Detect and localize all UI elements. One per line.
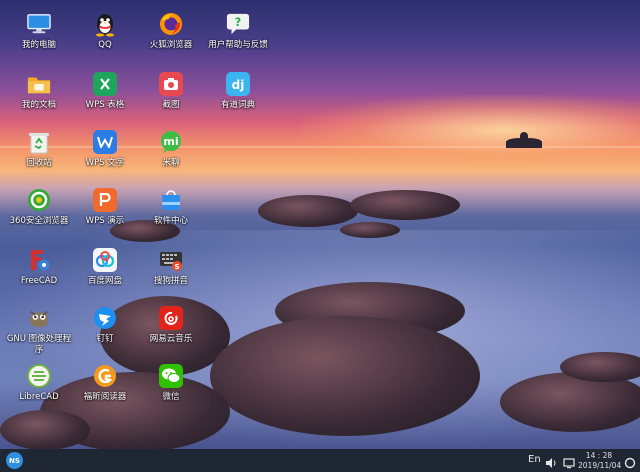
volume-icon[interactable]: [545, 454, 557, 468]
desktop-icon-wps-spreadsheet[interactable]: WPS 表格: [72, 72, 138, 111]
wps-presentation-icon: [93, 188, 117, 212]
rock: [210, 316, 480, 436]
svg-text:S: S: [174, 263, 179, 271]
svg-text:?: ?: [235, 16, 241, 29]
firefox-icon: [159, 12, 183, 36]
desktop-icon-netease-music[interactable]: 网易云音乐: [138, 306, 204, 345]
icon-label: 钉钉: [96, 334, 114, 344]
icon-label: 有道词典: [220, 100, 255, 110]
icon-label: 我的电脑: [21, 40, 56, 50]
rock: [0, 410, 90, 449]
notification-center-icon[interactable]: [624, 454, 636, 469]
icon-label: 火狐浏览器: [149, 40, 193, 50]
rock: [340, 222, 400, 238]
desktop-icon-360-browser[interactable]: 360安全浏览器: [6, 188, 72, 227]
wps-spreadsheet-icon: [93, 72, 117, 96]
sunset-glow: [300, 95, 640, 165]
qq-penguin-icon: [93, 12, 117, 37]
miliao-icon: mi: [159, 130, 183, 154]
wps-writer-icon: [93, 130, 117, 154]
desktop-icon-recycle-bin[interactable]: 回收站: [6, 130, 72, 169]
icon-label: 百度网盘: [87, 276, 122, 286]
rock: [560, 352, 640, 382]
clock-date: 2019/11/04: [578, 460, 622, 470]
computer-icon: [27, 12, 51, 36]
icon-label: WPS 表格: [85, 100, 125, 110]
dingtalk-icon: [93, 306, 117, 330]
icon-label: QQ: [98, 40, 112, 50]
icon-label: 360安全浏览器: [9, 216, 69, 226]
gimp-icon: [27, 306, 51, 330]
start-menu-button[interactable]: NS: [6, 452, 23, 469]
librecad-icon: [27, 364, 51, 388]
input-language-indicator[interactable]: En: [528, 454, 541, 465]
desktop-icon-foxit-reader[interactable]: 福昕阅读器: [72, 364, 138, 403]
software-center-icon: [159, 188, 183, 212]
icon-label: 福昕阅读器: [83, 392, 127, 402]
svg-text:mi: mi: [163, 135, 178, 148]
desktop-icon-wps-presentation[interactable]: WPS 演示: [72, 188, 138, 227]
icon-label: 我的文档: [21, 100, 56, 110]
svg-text:dj: dj: [232, 78, 245, 92]
netease-music-icon: [159, 306, 183, 330]
folder-icon: [27, 72, 51, 96]
icon-label: 米聊: [162, 158, 180, 168]
show-desktop-icon[interactable]: [563, 454, 575, 469]
desktop-icon-wps-writer[interactable]: WPS 文字: [72, 130, 138, 169]
clock-time: 14 : 28: [585, 451, 613, 460]
icon-label: FreeCAD: [20, 276, 58, 286]
freecad-icon: [27, 248, 51, 272]
icon-label: 用户帮助与反馈: [208, 40, 268, 50]
icon-label: 网易云音乐: [149, 334, 193, 344]
wechat-icon: [159, 364, 183, 388]
desktop-icon-my-computer[interactable]: 我的电脑: [6, 12, 72, 51]
rock: [350, 190, 460, 220]
desktop-icon-youdao-dict[interactable]: dj 有道词典: [205, 72, 271, 111]
taskbar: NS En 14 : 28 2019/11/04: [0, 449, 640, 472]
baidu-netdisk-icon: [93, 248, 117, 272]
icon-label: 软件中心: [153, 216, 188, 226]
desktop-icon-qq[interactable]: QQ: [72, 12, 138, 51]
icon-label: 微信: [162, 392, 180, 402]
desktop-icon-freecad[interactable]: FreeCAD: [6, 248, 72, 287]
desktop-icon-baidu-netdisk[interactable]: 百度网盘: [72, 248, 138, 287]
desktop-icon-gimp[interactable]: GNU 图像处理程序: [6, 306, 72, 356]
sogou-pinyin-icon: S: [159, 248, 183, 272]
screenshot-icon: [159, 72, 183, 96]
desktop-icon-wechat[interactable]: 微信: [138, 364, 204, 403]
icon-label: WPS 演示: [85, 216, 125, 226]
icon-label: GNU 图像处理程序: [6, 334, 72, 355]
desktop-icon-firefox[interactable]: 火狐浏览器: [138, 12, 204, 51]
desktop-icon-screenshot[interactable]: 截图: [138, 72, 204, 111]
desktop-icon-dingtalk[interactable]: 钉钉: [72, 306, 138, 345]
desktop-icon-sogou-pinyin[interactable]: S 搜狗拼音: [138, 248, 204, 287]
desktop-icon-my-documents[interactable]: 我的文档: [6, 72, 72, 111]
help-feedback-icon: ?: [226, 12, 250, 36]
foxit-reader-icon: [93, 364, 117, 388]
distant-rock-peak: [520, 132, 528, 140]
recycle-bin-icon: [27, 130, 51, 154]
youdao-dict-icon: dj: [226, 72, 250, 96]
desktop-icon-help-feedback[interactable]: ? 用户帮助与反馈: [205, 12, 271, 51]
icon-label: 回收站: [26, 158, 52, 168]
desktop-icon-librecad[interactable]: LibreCAD: [6, 364, 72, 403]
desktop-icon-software-center[interactable]: 软件中心: [138, 188, 204, 227]
icon-label: LibreCAD: [19, 392, 59, 402]
desktop-icon-miliao[interactable]: mi 米聊: [138, 130, 204, 169]
rock: [258, 195, 358, 227]
taskbar-clock[interactable]: 14 : 28 2019/11/04: [578, 451, 622, 470]
icon-label: WPS 文字: [85, 158, 125, 168]
icon-label: 截图: [162, 100, 180, 110]
icon-label: 搜狗拼音: [153, 276, 188, 286]
360-browser-icon: [27, 188, 51, 212]
